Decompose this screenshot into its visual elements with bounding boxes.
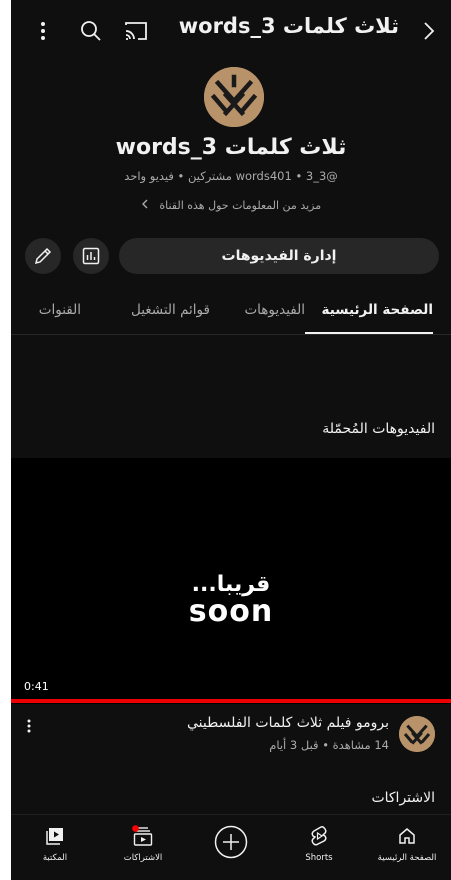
uploads-section-title: الفيديوهات المُحمّلة <box>322 421 435 437</box>
library-icon <box>11 823 99 849</box>
nav-library[interactable]: المكتبة <box>11 815 99 880</box>
bottom-navigation: الصفحة الرئيسية Shorts الاشتراكات المكتب… <box>11 814 451 880</box>
watch-progress-bar <box>11 699 451 703</box>
channel-meta: @3_words401 • 3 مشتركين • فيديو واحد <box>124 169 338 183</box>
nav-shorts[interactable]: Shorts <box>275 815 363 880</box>
home-icon <box>363 823 451 849</box>
subscriptions-icon <box>99 823 187 849</box>
manage-videos-button[interactable]: إدارة الفيديوهات <box>119 238 439 274</box>
chevron-left-icon <box>141 199 148 212</box>
tab-channels[interactable]: القنوات <box>39 292 81 334</box>
video-title[interactable]: برومو فيلم ثلاث كلمات الفلسطيني <box>187 715 389 731</box>
tab-videos[interactable]: الفيديوهات <box>244 292 305 334</box>
nav-subscriptions-label: الاشتراكات <box>123 853 163 863</box>
shorts-icon <box>275 823 363 849</box>
more-info-link[interactable]: مزيد من المعلومات حول هذه القناة <box>11 199 451 212</box>
nav-shorts-label: Shorts <box>305 853 333 863</box>
analytics-button[interactable] <box>73 238 109 274</box>
youtube-channel-screen: ثلاث كلمات 3_words ثلاث كلمات 3_words @3… <box>11 0 451 880</box>
nav-create[interactable] <box>187 815 275 880</box>
pencil-icon <box>33 246 53 266</box>
channel-avatar[interactable] <box>204 67 264 127</box>
tab-home[interactable]: الصفحة الرئيسية <box>322 292 433 334</box>
thumbnail-text-english: soon <box>188 594 274 629</box>
edit-channel-button[interactable] <box>25 238 61 274</box>
channel-logo <box>204 67 264 127</box>
video-more-icon[interactable] <box>19 714 39 738</box>
analytics-icon <box>81 246 101 266</box>
channel-tabs: الصفحة الرئيسية الفيديوهات قوائم التشغيل… <box>11 292 451 334</box>
nav-library-label: المكتبة <box>42 853 68 863</box>
search-icon[interactable] <box>77 17 105 45</box>
create-plus-icon <box>187 825 275 859</box>
cast-icon[interactable] <box>121 17 151 45</box>
back-chevron-icon[interactable] <box>415 17 443 45</box>
nav-subscriptions[interactable]: الاشتراكات <box>99 815 187 880</box>
tabs-divider <box>11 334 451 335</box>
top-bar: ثلاث كلمات 3_words <box>11 0 451 62</box>
nav-home-label: الصفحة الرئيسية <box>377 853 437 863</box>
nav-home[interactable]: الصفحة الرئيسية <box>363 815 451 880</box>
page-title: ثلاث كلمات 3_words <box>178 14 399 38</box>
video-duration: 0:41 <box>24 680 49 693</box>
video-meta: 14 مشاهدة • قبل 3 أيام <box>269 738 389 752</box>
subscriptions-section-title: الاشتراكات <box>371 790 435 806</box>
channel-name: ثلاث كلمات 3_words <box>115 135 347 160</box>
more-options-icon[interactable] <box>31 18 55 44</box>
video-channel-avatar[interactable] <box>399 716 435 752</box>
more-info-text: مزيد من المعلومات حول هذه القناة <box>159 199 322 212</box>
tab-playlists[interactable]: قوائم التشغيل <box>131 292 210 334</box>
